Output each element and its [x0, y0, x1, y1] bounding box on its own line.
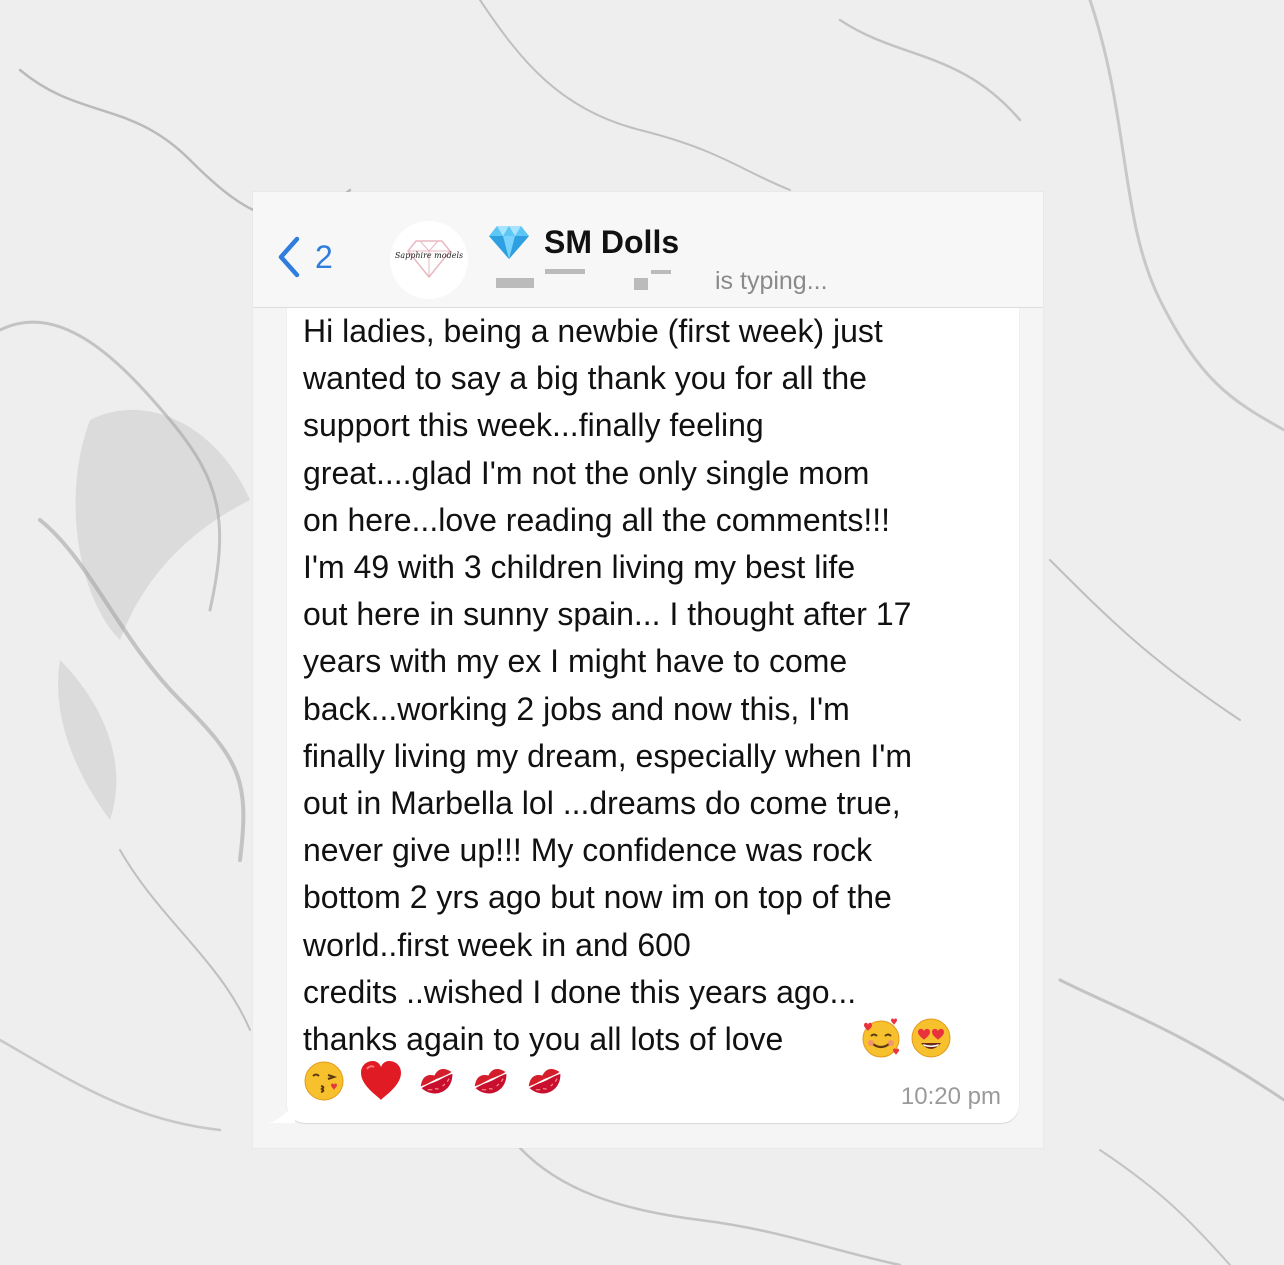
kiss-mark-icon	[417, 1063, 457, 1104]
smiling-face-with-hearts-icon	[860, 1017, 902, 1064]
gem-logo-icon	[407, 240, 451, 279]
back-button[interactable]: 2	[277, 236, 333, 278]
redacted-participant	[496, 278, 534, 288]
red-heart-icon	[359, 1060, 403, 1107]
redacted-participant	[651, 270, 671, 274]
bubble-tail	[269, 1101, 295, 1123]
chat-screenshot-card: 2 Sapphire models SM Dolls is typing...	[253, 192, 1043, 1148]
avatar-logo-text: Sapphire models	[394, 251, 464, 260]
chat-header: 2 Sapphire models SM Dolls is typing...	[253, 192, 1043, 308]
kiss-mark-icon	[525, 1063, 565, 1104]
chat-title-row[interactable]: SM Dolls	[488, 224, 679, 260]
typing-status: is typing...	[715, 267, 828, 295]
inline-emoji-group	[860, 1017, 960, 1064]
kiss-mark-icon	[471, 1063, 511, 1104]
kissing-face-icon	[303, 1060, 345, 1107]
message-bubble[interactable]: Hi ladies, being a newbie (first week) j…	[269, 308, 1019, 1123]
heart-eyes-icon	[910, 1017, 952, 1064]
group-avatar[interactable]: Sapphire models	[390, 221, 468, 299]
gem-icon	[489, 226, 529, 259]
redacted-participant	[634, 278, 648, 290]
unread-count: 2	[315, 239, 333, 275]
message-text: Hi ladies, being a newbie (first week) j…	[303, 313, 912, 1058]
message-timestamp: 10:20 pm	[900, 1083, 1001, 1110]
emoji-row	[303, 1060, 579, 1107]
redacted-participant	[545, 269, 585, 274]
chat-title: SM Dolls	[544, 224, 680, 260]
chevron-left-icon	[278, 236, 300, 278]
